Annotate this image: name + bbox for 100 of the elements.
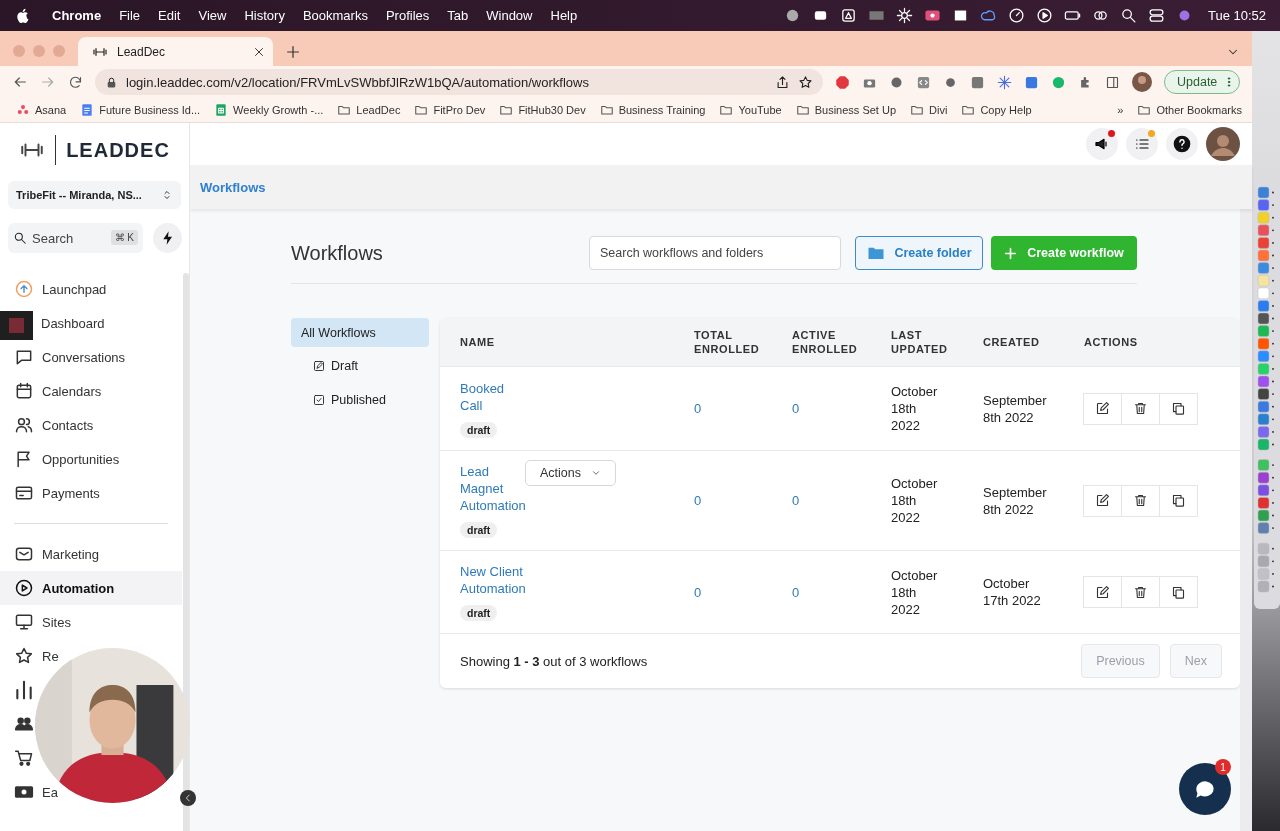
enrolled-count[interactable]: 0 [694,401,702,416]
edit-button[interactable] [1083,576,1122,608]
sidebar-item[interactable]: Payments [0,476,100,510]
close-icon[interactable] [253,45,265,58]
enrolled-count[interactable]: 0 [792,584,800,600]
edit-button[interactable] [1083,392,1122,425]
copy-icon [1171,401,1186,416]
announcement-button[interactable] [1086,128,1118,160]
avatar-icon[interactable] [1206,127,1240,161]
filter-item[interactable]: All Workflows [291,318,429,347]
create-folder-button[interactable]: Create folder [855,236,983,270]
browser-tab[interactable]: LeadDec [78,37,273,66]
copy-button[interactable] [1159,576,1198,608]
square-icon[interactable] [1024,74,1039,90]
enrolled-count[interactable]: 0 [694,493,702,508]
sidebar-item[interactable]: Sites [0,605,71,639]
column-header[interactable]: NAME [460,335,654,349]
bookmark[interactable]: LeadDec [337,103,401,117]
apple-icon[interactable] [16,7,31,24]
sidebar-item[interactable]: Re [0,639,59,673]
more-bookmarks[interactable]: » [1117,104,1124,116]
toggle-icon[interactable] [1147,7,1165,24]
enrolled-count[interactable]: 0 [792,493,800,508]
column-header[interactable]: ACTIVE ENROLLED [792,328,862,356]
update-button[interactable]: Update [1164,70,1241,94]
square-icon[interactable] [970,74,985,90]
play-icon[interactable] [1035,7,1053,24]
workflow-link[interactable]: Booked Call [460,379,530,414]
filter-item[interactable]: Draft [291,349,429,383]
sidebar-item[interactable]: Conversations [0,340,126,374]
menu-item[interactable]: Help [541,8,587,23]
column-header[interactable]: ACTIONS [1084,335,1220,349]
enrolled-count[interactable]: 0 [792,401,800,416]
menu-item[interactable]: Bookmarks [293,8,377,23]
sidebar-item[interactable]: Dashboard [33,306,105,340]
bookmark[interactable]: Business Training [599,103,706,117]
bookmark[interactable]: Other Bookmarks [1137,103,1242,117]
menu-item[interactable]: Window [477,8,542,23]
bookmark[interactable]: Divi [910,103,948,117]
reload-icon[interactable] [68,74,83,90]
copy-button[interactable] [1159,484,1198,517]
filter-item[interactable]: Published [291,383,429,417]
bookmark[interactable]: FitHub30 Dev [499,103,586,117]
plus-icon[interactable] [285,44,301,60]
bookmark[interactable]: Asana [16,103,67,117]
bookmark[interactable]: FitPro Dev [414,103,486,117]
sidebar-item[interactable]: Contacts [0,408,94,442]
menu-item[interactable]: Tab [438,8,478,23]
workflow-link[interactable]: New Client Automation [460,563,530,597]
bookmark[interactable]: YouTube [719,103,782,117]
sidebar-item[interactable]: Automation [0,571,182,605]
share-icon[interactable] [775,74,790,90]
menu-item[interactable]: History [235,8,294,23]
menu-item[interactable]: Edit [149,8,190,23]
copy-icon [1171,493,1186,508]
stop-sign-icon[interactable] [835,74,850,90]
sidebar-item[interactable]: Opportunities [0,442,120,476]
actions-dropdown[interactable]: Actions [525,460,616,486]
delete-button[interactable] [1121,576,1160,608]
bookmark[interactable]: Business Set Up [795,103,897,117]
code-icon[interactable] [916,74,931,90]
task-list-button[interactable] [1126,128,1158,160]
column-header[interactable]: TOTAL ENROLLED [694,328,764,356]
folder-icon [910,103,925,117]
card-icon [14,483,34,503]
sidebar-icon[interactable] [1105,74,1120,90]
edit-button[interactable] [1083,484,1122,517]
delete-button[interactable] [1121,484,1160,517]
spark-icon[interactable] [997,74,1012,90]
quick-action-button[interactable] [153,223,182,253]
sidebar-item[interactable]: Launchpad [0,272,107,306]
star-icon[interactable] [798,74,813,90]
sidebar-item[interactable]: Ea [0,775,58,809]
column-header[interactable]: CREATED [983,335,1044,349]
breadcrumb-link[interactable]: Workflows [200,179,266,195]
avatar-icon[interactable] [1132,72,1152,92]
menu-item[interactable]: Chrome [43,8,111,23]
sidebar-item[interactable]: Calendars [0,374,102,408]
enrolled-count[interactable]: 0 [694,584,702,600]
bookmark[interactable]: Weekly Growth -... [214,103,324,117]
search-icon[interactable] [1119,7,1137,24]
back-icon[interactable] [12,74,28,90]
edit-icon [1095,493,1110,508]
bookmark[interactable]: Copy Help [961,103,1032,117]
menu-item[interactable]: Profiles [376,8,439,23]
copy-button[interactable] [1159,392,1198,425]
menu-item[interactable]: File [110,8,150,23]
sidebar-item[interactable]: Marketing [0,537,100,571]
bookmark[interactable]: Future Business Id... [80,103,201,117]
menu-item[interactable]: View [189,8,236,23]
location-selector[interactable]: TribeFit -- Miranda, NS... [8,181,181,209]
document-icon [80,103,95,117]
search-field[interactable]: Search workflows and folders [589,236,841,270]
collapse-button[interactable] [180,790,196,806]
address-bar[interactable]: login.leaddec.com/v2/location/FRVmLvSWbbfJlRzW1bQA/automation/workflows [95,69,823,95]
status-tag: draft [460,421,498,438]
gauge-icon[interactable] [1007,7,1025,24]
help-button[interactable] [1166,128,1198,160]
delete-button[interactable] [1121,392,1160,425]
column-header[interactable]: LAST UPDATED [891,328,961,356]
